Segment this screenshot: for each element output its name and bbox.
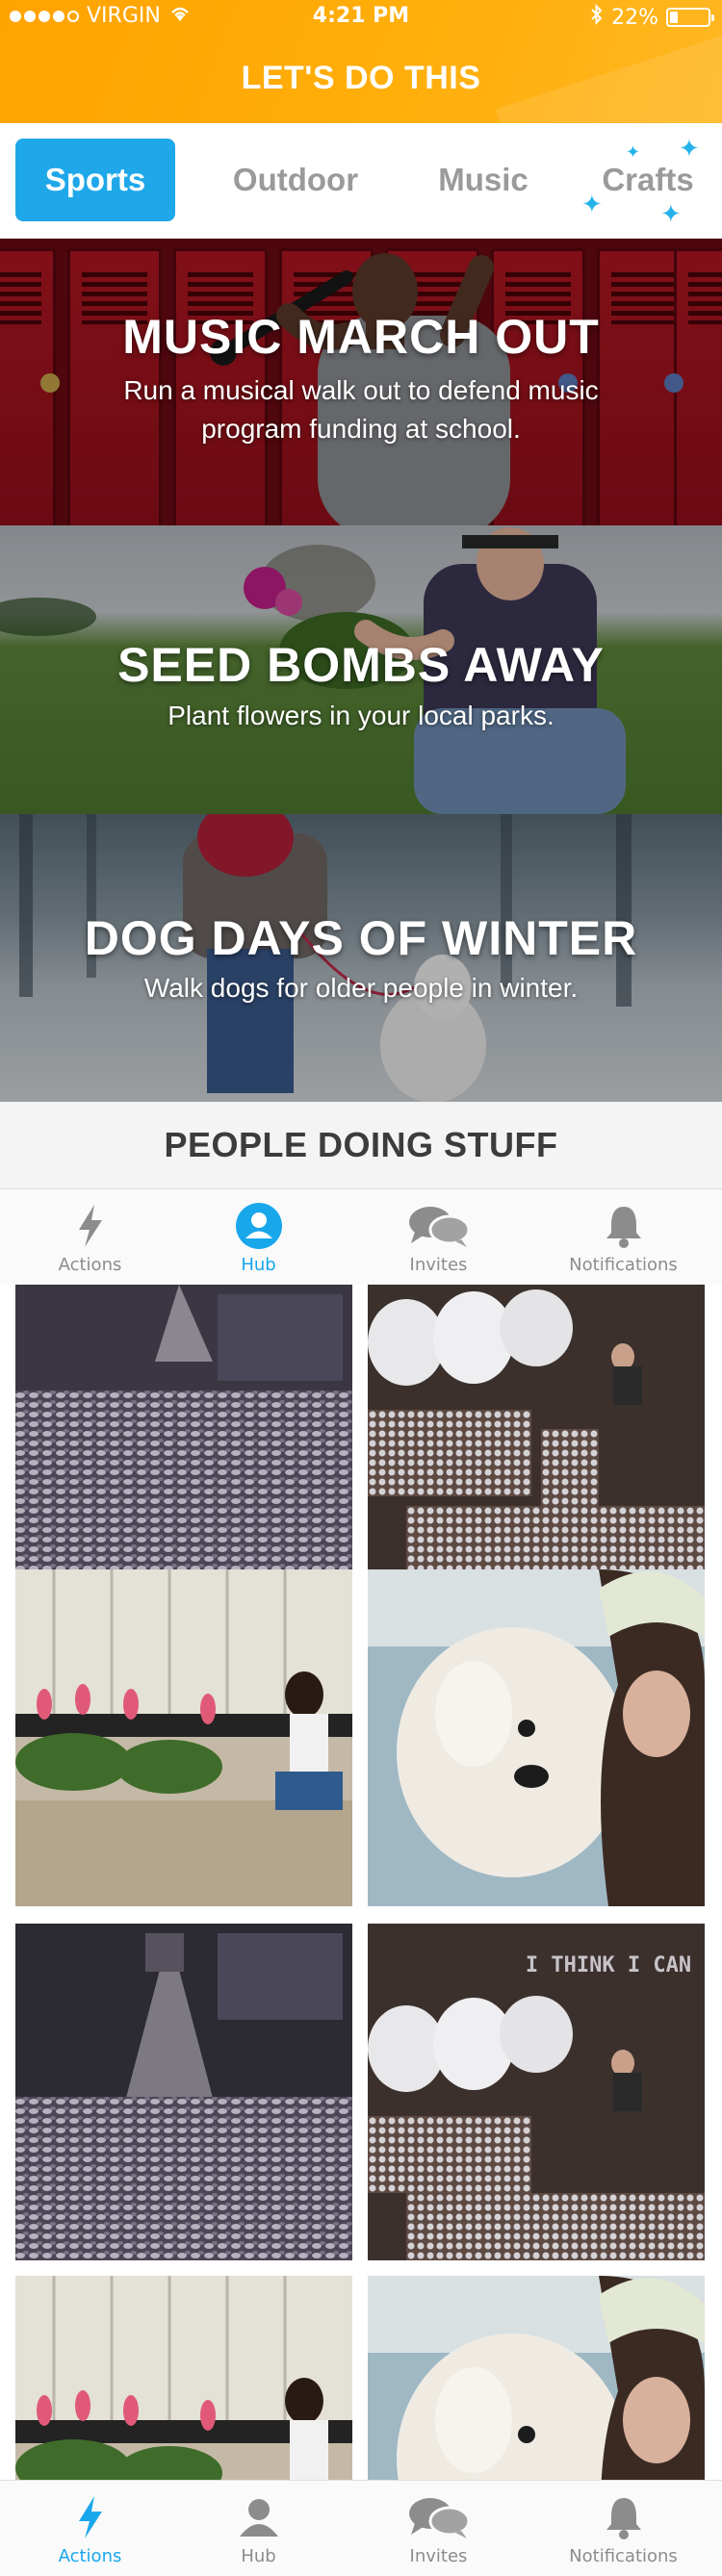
status-bar: VIRGIN 4:21 PM 22%	[0, 0, 722, 38]
tab-label: Invites	[409, 1255, 468, 1275]
user-icon	[168, 1199, 348, 1253]
tab-music[interactable]: Music	[416, 139, 551, 221]
sparkle-icon: ✦	[679, 135, 700, 164]
action-card-music-march-out[interactable]: MUSIC MARCH OUT Run a musical walk out t…	[0, 239, 722, 525]
status-right: 22%	[590, 4, 714, 31]
tab-label: Actions	[58, 1255, 122, 1275]
sparkle-icon: ✦	[626, 142, 641, 163]
hub-tab-actions[interactable]: Actions	[0, 1189, 180, 1286]
action-card-seed-bombs-away[interactable]: SEED BOMBS AWAY Plant flowers in your lo…	[0, 525, 722, 814]
action-card-dog-days-of-winter[interactable]: DOG DAYS OF WINTER Walk dogs for older p…	[0, 814, 722, 1102]
tab-label: Invites	[409, 2546, 468, 2566]
app-header: VIRGIN 4:21 PM 22% LET'S DO THIS	[0, 0, 722, 123]
hub-tab-invites[interactable]: Invites	[348, 1189, 529, 1286]
photo-girl-planting-flowers[interactable]	[15, 2276, 352, 2480]
people-photo-grid: I THINK I CAN	[0, 1285, 722, 2480]
photo-cans-aerial-message[interactable]: I THINK I CAN	[368, 1924, 705, 2260]
category-tabs: Sports Outdoor Music Crafts ✦ ✦ ✦ ✦	[0, 123, 722, 239]
battery-icon	[666, 8, 714, 27]
tab-label: Hub	[241, 1255, 276, 1275]
hub-tab-hub[interactable]: Hub	[168, 1189, 348, 1286]
battery-percent: 22%	[611, 5, 658, 30]
bluetooth-icon	[590, 4, 604, 31]
bolt-icon	[0, 2490, 180, 2544]
bottom-tab-actions[interactable]: Actions	[0, 2481, 180, 2576]
tab-label: Actions	[58, 2546, 122, 2566]
tab-sports[interactable]: Sports	[15, 139, 175, 221]
user-icon	[168, 2490, 348, 2544]
photo-selfie-with-dog[interactable]	[368, 1569, 705, 1906]
action-title: MUSIC MARCH OUT	[122, 310, 600, 364]
hub-tab-bar: Actions Hub Invites Notifications	[0, 1188, 722, 1285]
photo-caption: I THINK I CAN	[526, 1953, 691, 1977]
tab-outdoor[interactable]: Outdoor	[214, 139, 377, 221]
bolt-icon	[0, 1199, 180, 1253]
tab-label: Notifications	[569, 1255, 678, 1275]
photo-selfie-with-dog[interactable]	[368, 2276, 705, 2480]
action-description: Plant flowers in your local parks.	[168, 701, 554, 730]
photo-girl-planting-flowers[interactable]	[15, 1569, 352, 1906]
bell-icon	[533, 2490, 713, 2544]
hub-tab-notifications[interactable]: Notifications	[533, 1189, 713, 1286]
bottom-tab-bar: Actions Hub Invites Notifications	[0, 2480, 722, 2576]
action-title: SEED BOMBS AWAY	[117, 638, 605, 692]
chat-bubbles-icon	[348, 1199, 529, 1253]
bell-icon	[533, 1199, 713, 1253]
action-title: DOG DAYS OF WINTER	[84, 911, 638, 965]
action-description: Walk dogs for older people in winter.	[143, 973, 579, 1003]
chat-bubbles-icon	[348, 2490, 529, 2544]
section-title-people-doing-stuff: PEOPLE DOING STUFF	[0, 1102, 722, 1188]
photo-can-dress-pile[interactable]	[15, 1924, 352, 2260]
action-description: Run a musical walk out to defend music p…	[123, 375, 599, 444]
tab-label: Notifications	[569, 2546, 678, 2566]
bottom-tab-hub[interactable]: Hub	[168, 2481, 348, 2576]
tab-label: Hub	[241, 2546, 276, 2566]
bottom-tab-invites[interactable]: Invites	[348, 2481, 529, 2576]
sparkle-icon: ✦	[581, 191, 603, 219]
page-title: LET'S DO THIS	[241, 60, 481, 96]
sparkle-icon: ✦	[660, 200, 682, 229]
bottom-tab-notifications[interactable]: Notifications	[533, 2481, 713, 2576]
